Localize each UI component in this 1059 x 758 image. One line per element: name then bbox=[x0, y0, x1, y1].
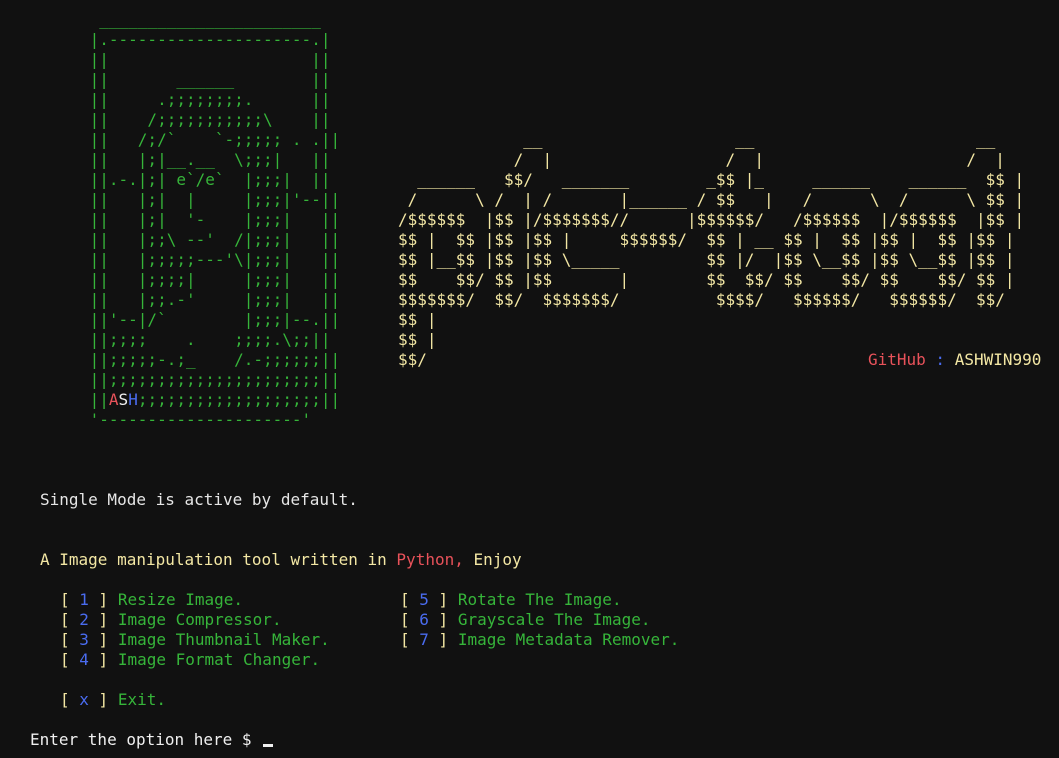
ascii-frame-line: || |;| | |;;;|'--|| bbox=[80, 190, 341, 209]
command-prompt[interactable]: Enter the option here $ bbox=[30, 730, 274, 750]
intro-before: A Image manipulation tool written in bbox=[40, 550, 397, 569]
ascii-frame-line: ||;;;; . ;;;;.\;;|| bbox=[80, 330, 331, 349]
terminal-window: _______________________ |.--------------… bbox=[0, 0, 1059, 758]
ascii-portrait-frame: _______________________ |.--------------… bbox=[80, 10, 341, 430]
ascii-frame-line: || /;;;;;;;;;;;\ || bbox=[80, 110, 331, 129]
menu-option-5[interactable]: [ 5 ] Rotate The Image. bbox=[400, 590, 622, 610]
ascii-frame-line: _______________________ bbox=[80, 10, 321, 29]
github-credit: GitHub : ASHWIN990 bbox=[868, 350, 1041, 370]
banner-line: $$ | bbox=[398, 330, 437, 349]
menu-key: 5 bbox=[419, 590, 429, 609]
menu-label: Image Metadata Remover. bbox=[457, 630, 680, 649]
ascii-frame-line: ||.-.|;| e`/e` |;;;| || bbox=[80, 170, 331, 189]
ascii-frame-line: || || bbox=[80, 50, 331, 69]
ascii-frame-line: || |;;.-' |;;;| || bbox=[80, 290, 341, 309]
banner-line: $$ |__$$ |$$ |$$ \_____ $$ |/ |$$ \__$$ … bbox=[398, 250, 1015, 269]
menu-key: 6 bbox=[419, 610, 429, 629]
menu-option-7[interactable]: [ 7 ] Image Metadata Remover. bbox=[400, 630, 679, 650]
ascii-frame-line: |.---------------------.| bbox=[80, 30, 331, 49]
menu-label: Image Format Changer. bbox=[117, 650, 321, 669]
menu-option-4[interactable]: [ 4 ] Image Format Changer. bbox=[60, 650, 320, 670]
ascii-frame-line: || .;;;;;;;;. || bbox=[80, 90, 331, 109]
github-separator: : bbox=[925, 350, 955, 369]
intro-language: Python, bbox=[396, 550, 464, 569]
banner-line: $$$$$$$/ $$/ $$$$$$$/ $$$$/ $$$$$$/ $$$$… bbox=[398, 290, 1005, 309]
menu-option-6[interactable]: [ 6 ] Grayscale The Image. bbox=[400, 610, 650, 630]
intro-text: A Image manipulation tool written in Pyt… bbox=[40, 550, 522, 570]
menu-label: Image Compressor. bbox=[117, 610, 282, 629]
text-cursor bbox=[263, 744, 274, 747]
intro-after: Enjoy bbox=[463, 550, 522, 569]
menu-option-3[interactable]: [ 3 ] Image Thumbnail Maker. bbox=[60, 630, 330, 650]
github-label: GitHub bbox=[868, 350, 926, 369]
banner-line: / | / | / | bbox=[398, 150, 1005, 169]
ascii-frame-line: || ______ || bbox=[80, 70, 331, 89]
ascii-frame-line: || |;;\ --' /|;;;| || bbox=[80, 230, 341, 249]
ascii-frame-line: || |;| '- |;;;| || bbox=[80, 210, 341, 229]
ascii-frame-line: ||'--|/` |;;;|--.|| bbox=[80, 310, 341, 329]
banner-line: __ __ __ bbox=[398, 130, 996, 149]
menu-option-exit[interactable]: [ x ] Exit. bbox=[60, 690, 166, 710]
menu-label: Exit. bbox=[117, 690, 166, 709]
mode-status-text: Single Mode is active by default. bbox=[40, 490, 358, 509]
signature-letter-a: A bbox=[108, 390, 119, 409]
menu-option-2[interactable]: [ 2 ] Image Compressor. bbox=[60, 610, 282, 630]
menu-key: 4 bbox=[79, 650, 89, 669]
ascii-frame-line: || |;;;;;---'\|;;;| || bbox=[80, 250, 341, 269]
menu-label: Grayscale The Image. bbox=[457, 610, 651, 629]
menu-label: Image Thumbnail Maker. bbox=[117, 630, 330, 649]
ascii-signature-line: ||ASH;;;;;;;;;;;;;;;;;;;|| bbox=[80, 390, 341, 410]
menu-key: 7 bbox=[419, 630, 429, 649]
menu-key: 2 bbox=[79, 610, 89, 629]
banner-line: $$ | $$ |$$ |$$ | $$$$$$/ $$ | __ $$ | $… bbox=[398, 230, 1015, 249]
signature-letter-s: S bbox=[118, 390, 129, 409]
menu-key: 3 bbox=[79, 630, 89, 649]
ascii-frame-line: || |;;;;| |;;;| || bbox=[80, 270, 341, 289]
ascii-frame-line: '---------------------' bbox=[80, 410, 312, 429]
banner-line: $$ $$/ $$ |$$ | $$ $$/ $$ $$/ $$ $$/ $$ … bbox=[398, 270, 1015, 289]
ascii-frame-line: ||;;;;;;;;;;;;;;;;;;;;;;|| bbox=[80, 370, 341, 389]
banner-line: ______ $$/ _______ _$$ |_ ______ ______ … bbox=[398, 170, 1025, 189]
menu-key: x bbox=[79, 690, 89, 709]
banner-line: /$$$$$$ |$$ |/$$$$$$$// |$$$$$$/ /$$$$$$… bbox=[398, 210, 1025, 229]
ascii-frame-line: || |;|__.__ \;;;| || bbox=[80, 150, 331, 169]
menu-option-1[interactable]: [ 1 ] Resize Image. bbox=[60, 590, 243, 610]
prompt-text: Enter the option here $ bbox=[30, 730, 262, 749]
ascii-banner-logo: __ __ __ / | / | / | ______ $$/ _______ … bbox=[398, 130, 1024, 370]
signature-rest: ;;;;;;;;;;;;;;;;;;;|| bbox=[137, 390, 341, 409]
menu-key: 1 bbox=[79, 590, 89, 609]
banner-line: / \ / | / |______ / $$ | / \ / \ $$ | bbox=[398, 190, 1025, 209]
banner-line: $$ | bbox=[398, 310, 437, 329]
signature-letter-h: H bbox=[128, 390, 138, 409]
ascii-frame-line: ||;;;;;-.;_ /.-;;;;;;|| bbox=[80, 350, 341, 369]
menu-label: Rotate The Image. bbox=[457, 590, 622, 609]
ascii-frame-line: || /;/` `-;;;;; . .|| bbox=[80, 130, 341, 149]
github-username: ASHWIN990 bbox=[954, 350, 1042, 369]
signature-prefix: || bbox=[80, 390, 109, 409]
menu-label: Resize Image. bbox=[117, 590, 244, 609]
